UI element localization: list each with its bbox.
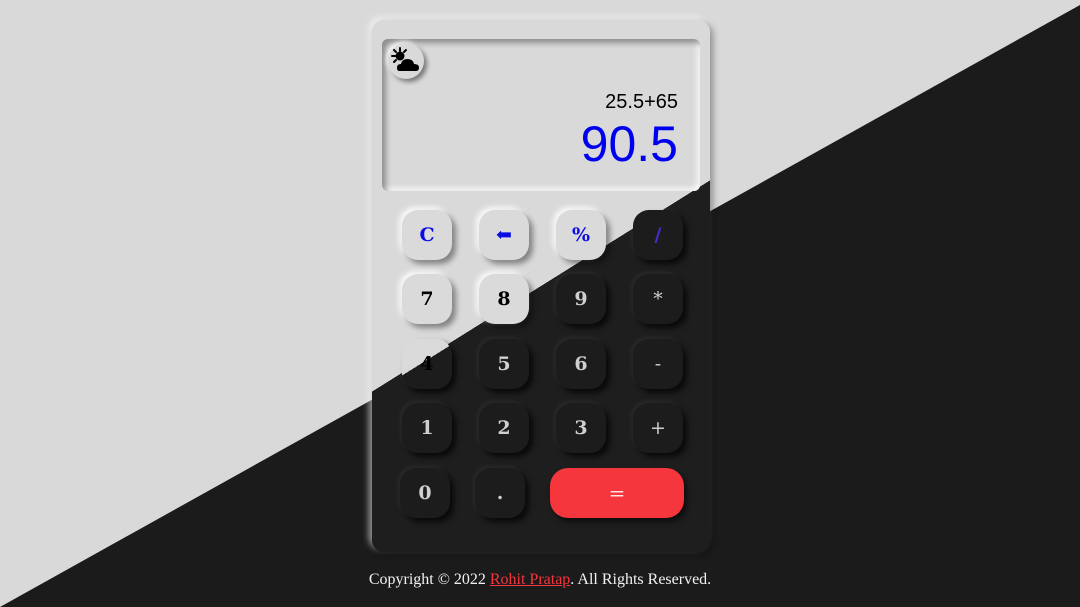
calculator: 25.5+65 90.5 C ⬅ % / 7 8 9 * 4 5 6 - 1 2… bbox=[372, 20, 710, 552]
result-text: 90.5 bbox=[580, 116, 678, 172]
key-4-button[interactable]: 4 bbox=[402, 339, 452, 389]
key-1-button[interactable]: 1 bbox=[402, 403, 452, 453]
key-7-button[interactable]: 7 bbox=[402, 274, 452, 324]
percent-button[interactable]: % bbox=[556, 210, 606, 260]
decimal-button[interactable]: . bbox=[475, 468, 525, 518]
multiply-button[interactable]: * bbox=[633, 274, 683, 324]
minus-button[interactable]: - bbox=[633, 339, 683, 389]
key-6-button[interactable]: 6 bbox=[556, 339, 606, 389]
key-5-button[interactable]: 5 bbox=[479, 339, 529, 389]
key-3-button[interactable]: 3 bbox=[556, 403, 606, 453]
theme-toggle-button[interactable] bbox=[388, 43, 424, 79]
backspace-button[interactable]: ⬅ bbox=[479, 210, 529, 260]
footer: Copyright © 2022 Rohit Pratap. All Right… bbox=[0, 571, 1080, 589]
expression-text: 25.5+65 bbox=[605, 91, 678, 113]
display-screen: 25.5+65 90.5 bbox=[382, 39, 700, 191]
plus-button[interactable]: + bbox=[633, 403, 683, 453]
equals-button[interactable]: = bbox=[550, 468, 684, 518]
author-link[interactable]: Rohit Pratap bbox=[490, 571, 570, 588]
footer-copyright-suffix: . All Rights Reserved. bbox=[570, 571, 712, 588]
clear-button[interactable]: C bbox=[402, 210, 452, 260]
sun-cloud-icon bbox=[391, 47, 419, 71]
key-8-button[interactable]: 8 bbox=[479, 274, 529, 324]
key-2-button[interactable]: 2 bbox=[479, 403, 529, 453]
key-9-button[interactable]: 9 bbox=[556, 274, 606, 324]
key-0-button[interactable]: 0 bbox=[400, 468, 450, 518]
divide-button[interactable]: / bbox=[633, 210, 683, 260]
footer-copyright-prefix: Copyright © 2022 bbox=[368, 571, 490, 588]
